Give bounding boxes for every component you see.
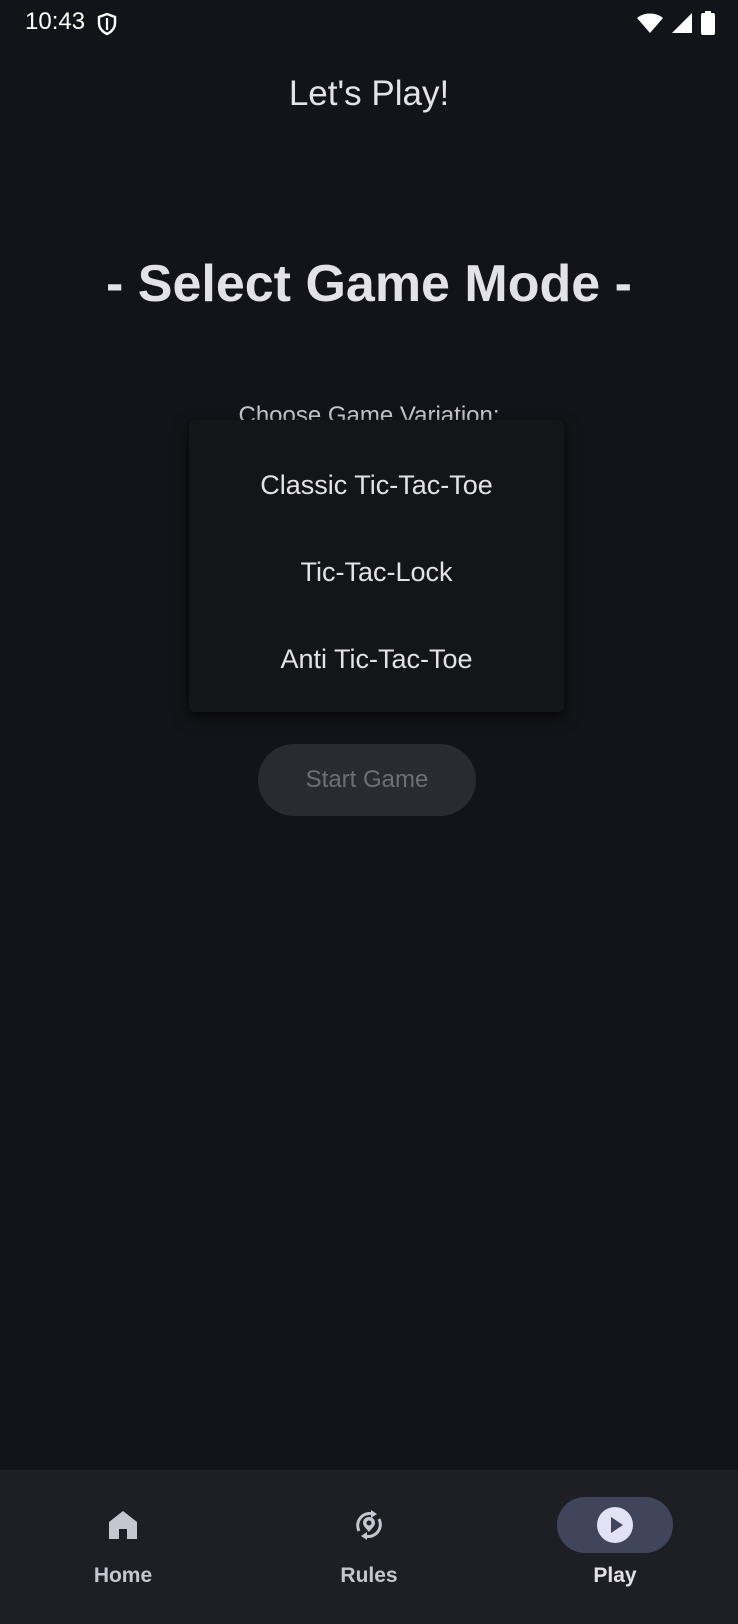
status-icons xyxy=(636,11,716,40)
battery-icon xyxy=(700,11,716,40)
bottom-navigation: Home Rules Play xyxy=(0,1470,738,1624)
game-variation-dropdown-menu: Classic Tic-Tac-Toe Tic-Tac-Lock Anti Ti… xyxy=(189,420,564,712)
play-icon xyxy=(595,1505,635,1550)
status-time: 10:43 xyxy=(25,8,86,35)
menu-item-tic-tac-lock[interactable]: Tic-Tac-Lock xyxy=(189,529,564,615)
wifi-icon xyxy=(636,12,664,39)
nav-label-rules: Rules xyxy=(340,1564,398,1587)
menu-item-anti[interactable]: Anti Tic-Tac-Toe xyxy=(189,616,564,702)
nav-item-rules[interactable]: Rules xyxy=(246,1470,492,1624)
menu-item-classic[interactable]: Classic Tic-Tac-Toe xyxy=(189,442,564,528)
select-game-mode-heading: - Select Game Mode - xyxy=(106,255,632,313)
start-game-button[interactable]: Start Game xyxy=(258,744,476,816)
status-bar: 10:43 xyxy=(0,0,738,48)
nav-label-play: Play xyxy=(593,1564,637,1587)
nav-item-play[interactable]: Play xyxy=(492,1470,738,1624)
nav-item-home[interactable]: Home xyxy=(0,1470,246,1624)
page-title: Let's Play! xyxy=(288,74,450,113)
home-icon xyxy=(103,1505,143,1550)
nav-label-home: Home xyxy=(93,1564,153,1587)
cellular-signal-icon xyxy=(670,12,694,39)
shield-icon xyxy=(97,12,117,41)
rules-icon xyxy=(349,1505,389,1550)
